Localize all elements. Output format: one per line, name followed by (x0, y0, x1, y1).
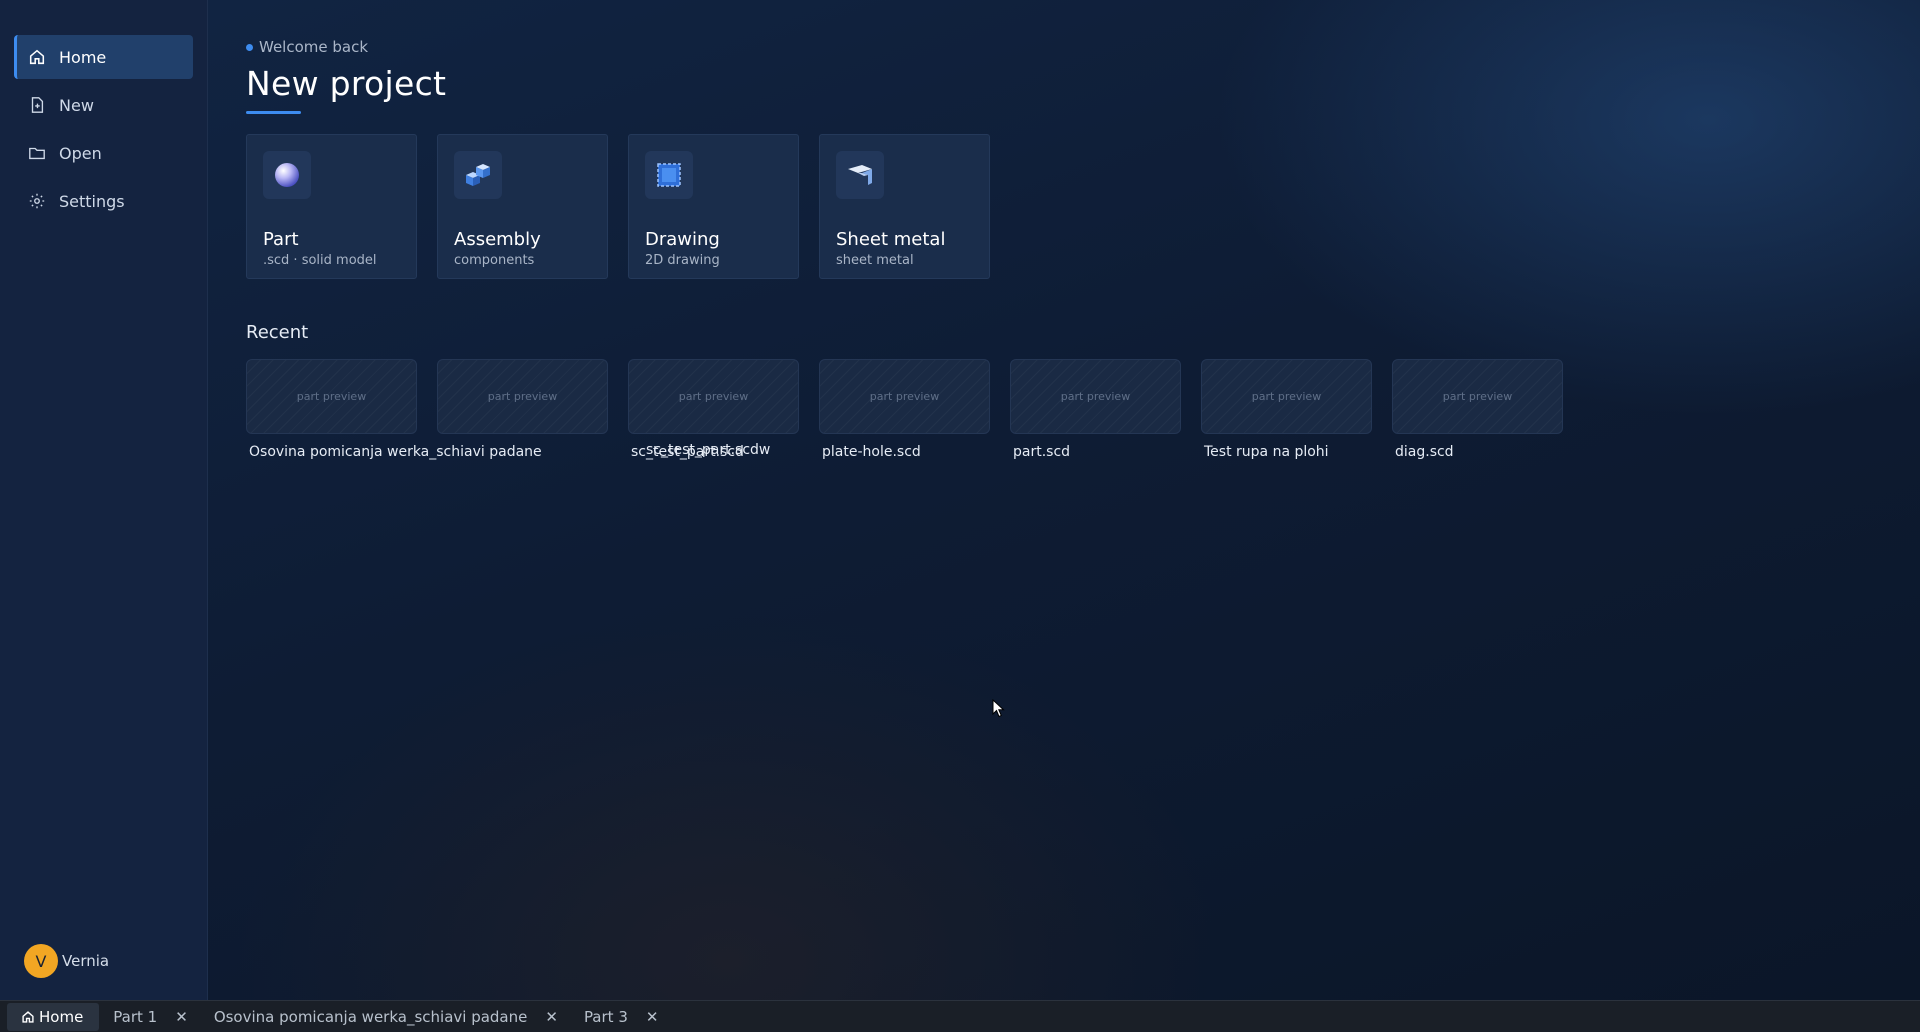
recent-file-name: Test rupa na plohi (1204, 444, 1329, 460)
type-card-assembly[interactable]: Assembly components (437, 134, 608, 279)
sidebar-item-settings[interactable]: Settings (14, 179, 193, 223)
recent-item[interactable]: part preview Osovina pomicanja werka_sch… (246, 359, 542, 460)
page-title: New project (246, 64, 447, 103)
type-name: Part (263, 229, 299, 250)
recent-item[interactable]: part preview part.scd (1010, 359, 1181, 460)
close-icon[interactable]: ✕ (541, 1008, 562, 1026)
tab-label: Part 1 (113, 1007, 158, 1026)
close-icon[interactable]: ✕ (171, 1008, 192, 1026)
sidebar-item-open[interactable]: Open (14, 131, 193, 175)
gear-icon (27, 191, 47, 211)
sidebar: Home New Open Settings V Vernia (0, 0, 208, 1000)
drawing-icon (645, 151, 693, 199)
welcome-line: Welcome back (246, 38, 1920, 56)
sidebar-item-label: Home (59, 47, 107, 67)
user-profile[interactable]: V Vernia (24, 944, 109, 978)
tab-label: Osovina pomicanja werka_schiavi padane (213, 1007, 528, 1026)
recent-item[interactable]: part preview plate-hole.scd (819, 359, 990, 460)
type-card-sheet-metal[interactable]: Sheet metal sheet metal (819, 134, 990, 279)
recent-file-name-overlap: sc_test_part.scdw (646, 442, 771, 458)
sidebar-item-label: Settings (59, 191, 125, 211)
part-preview: part preview (246, 359, 417, 434)
recent-heading: Recent (246, 322, 309, 343)
sidebar-item-label: New (59, 95, 94, 115)
type-name: Drawing (645, 229, 720, 250)
recent-file-name: Osovina pomicanja werka_schiavi padane (249, 444, 542, 460)
type-name: Sheet metal (836, 229, 946, 250)
home-icon (21, 1010, 35, 1024)
project-types: Part .scd · solid model Assembly compone… (246, 134, 1920, 279)
cubes-icon (454, 151, 502, 199)
mouse-cursor-icon (992, 699, 1005, 718)
tab-label: Home (39, 1007, 84, 1026)
app-window: Home New Open Settings V Vernia Welcome … (0, 0, 1920, 1000)
recent-list: part preview Osovina pomicanja werka_sch… (246, 359, 1920, 460)
close-icon[interactable]: ✕ (642, 1008, 663, 1026)
part-preview: part preview (819, 359, 990, 434)
part-preview: part preview (1392, 359, 1563, 434)
new-file-icon (27, 95, 47, 115)
type-subtitle: components (454, 253, 535, 268)
welcome-text: Welcome back (259, 38, 369, 56)
user-name: Vernia (62, 952, 110, 970)
tab-label: Part 3 (583, 1007, 628, 1026)
part-preview: part preview (1201, 359, 1372, 434)
tab-osovina[interactable]: Osovina pomicanja werka_schiavi padane (200, 1003, 542, 1031)
recent-item[interactable]: part preview Test rupa na plohi (1201, 359, 1372, 460)
type-subtitle: .scd · solid model (263, 253, 377, 268)
part-preview: part preview (628, 359, 799, 434)
tab-home[interactable]: Home (7, 1002, 100, 1031)
home-page: Welcome back New project Part .scd · sol… (208, 0, 1920, 1000)
sphere-icon (263, 151, 311, 199)
type-subtitle: 2D drawing (645, 253, 720, 268)
home-icon (27, 47, 47, 67)
recent-item[interactable]: part preview diag.scd (1392, 359, 1563, 460)
sheet-metal-icon (836, 151, 884, 199)
type-card-drawing[interactable]: Drawing 2D drawing (628, 134, 799, 279)
avatar[interactable]: V (24, 944, 58, 978)
recent-file-name: plate-hole.scd (822, 444, 921, 460)
recent-file-name: part.scd (1013, 444, 1071, 460)
part-preview: part preview (437, 359, 608, 434)
type-name: Assembly (454, 229, 541, 250)
recent-file-name: diag.scd (1395, 444, 1454, 460)
sidebar-item-home[interactable]: Home (14, 35, 193, 79)
type-subtitle: sheet metal (836, 253, 914, 268)
sidebar-item-label: Open (59, 143, 102, 163)
sidebar-item-new[interactable]: New (14, 83, 193, 127)
tab-part-3[interactable]: Part 3 (570, 1003, 642, 1031)
title-underline (246, 111, 301, 114)
tab-part-1[interactable]: Part 1 (99, 1003, 171, 1031)
part-preview: part preview (1010, 359, 1181, 434)
folder-icon (27, 143, 47, 163)
type-card-part[interactable]: Part .scd · solid model (246, 134, 417, 279)
recent-item[interactable]: part preview sc_test_part.scdw (437, 359, 608, 460)
status-dot (246, 43, 253, 51)
tab-bar: Home Part 1 ✕ Osovina pomicanja werka_sc… (0, 1000, 1920, 1032)
